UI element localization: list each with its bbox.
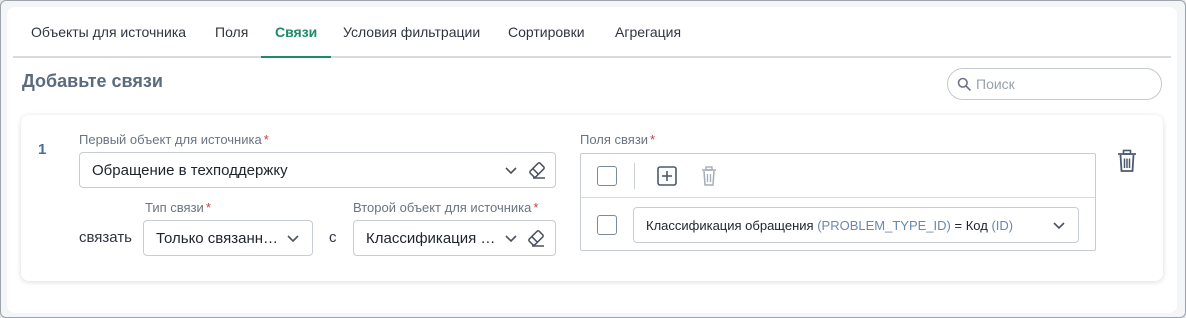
link-type-value: Только связанн… <box>156 230 279 247</box>
link-fields-label: Поля связи * <box>580 132 656 147</box>
first-object-select[interactable]: Обращение в техподдержку <box>79 152 556 188</box>
chevron-down-icon[interactable] <box>1052 218 1066 237</box>
field-pair-select[interactable]: Классификация обращения (PROBLEM_TYPE_ID… <box>633 207 1079 243</box>
second-object-value: Классификация … <box>366 230 496 247</box>
toolbar-divider <box>634 163 635 189</box>
tab-sorting[interactable]: Сортировки <box>494 18 599 58</box>
required-mark: * <box>263 132 269 147</box>
link-type-select[interactable]: Только связанн… <box>143 220 313 256</box>
tab-filter-conditions[interactable]: Условия фильтрации <box>329 18 494 58</box>
add-field-icon[interactable] <box>656 165 678 192</box>
tab-bar: Объекты для источника Поля Связи Условия… <box>13 18 1171 58</box>
tab-aggregation[interactable]: Агрегация <box>601 18 695 58</box>
search-box[interactable] <box>947 68 1162 100</box>
field-pair-value: Классификация обращения (PROBLEM_TYPE_ID… <box>646 218 1014 233</box>
clear-eraser-icon[interactable] <box>526 229 546 252</box>
field-row-checkbox[interactable] <box>597 215 617 235</box>
second-object-select[interactable]: Классификация … <box>353 220 556 256</box>
link-card: 1 Первый объект для источника * Обращение… <box>21 115 1163 281</box>
tab-links[interactable]: Связи <box>261 18 332 58</box>
first-object-label: Первый объект для источника * <box>79 132 269 147</box>
search-icon <box>957 77 971 96</box>
delete-link-icon[interactable] <box>1116 149 1138 178</box>
chevron-down-icon[interactable] <box>504 231 518 250</box>
search-input[interactable] <box>974 73 1154 95</box>
connect-label: связать <box>79 229 132 246</box>
tab-source-objects[interactable]: Объекты для источника <box>17 18 200 58</box>
first-object-value: Обращение в техподдержку <box>92 162 288 179</box>
second-object-label: Второй объект для источника * <box>353 200 539 215</box>
clear-eraser-icon[interactable] <box>527 161 547 184</box>
chevron-down-icon[interactable] <box>504 163 518 182</box>
fields-toolbar <box>581 154 1095 198</box>
tab-fields[interactable]: Поля <box>201 18 262 58</box>
select-all-checkbox[interactable] <box>597 166 617 186</box>
editor-panel: Объекты для источника Поля Связи Условия… <box>7 7 1177 313</box>
with-label: с <box>329 229 337 246</box>
link-fields-box: Классификация обращения (PROBLEM_TYPE_ID… <box>580 153 1096 251</box>
window-frame: Объекты для источника Поля Связи Условия… <box>0 0 1186 318</box>
chevron-down-icon[interactable] <box>286 231 300 250</box>
delete-field-icon[interactable] <box>699 165 719 192</box>
link-number: 1 <box>38 141 47 158</box>
link-type-label: Тип связи * <box>145 200 211 215</box>
page-title: Добавьте связи <box>22 71 163 91</box>
